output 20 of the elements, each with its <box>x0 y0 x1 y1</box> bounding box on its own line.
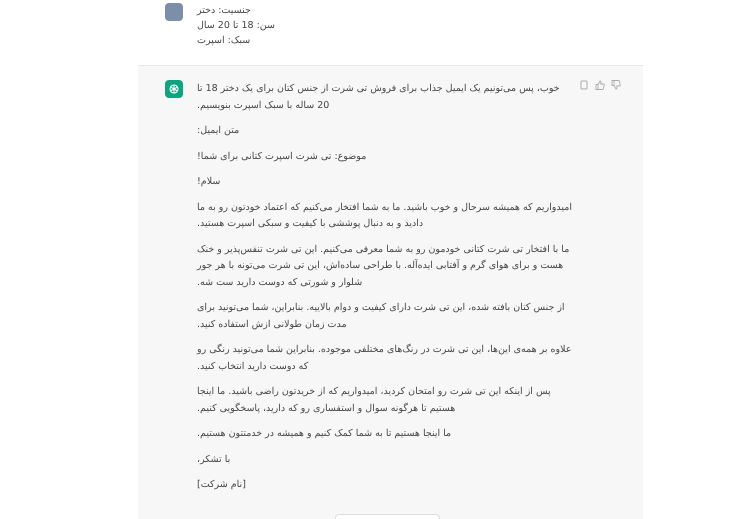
user-avatar <box>165 3 183 21</box>
response-paragraph: علاوه بر همه‌ی این‌ها، این تی شرت در رنگ‌های مختلفی موجوده. بنابراین شما می‌تونید رنگی رو که دوست دارید انتخاب کنید. <box>197 342 572 374</box>
response-paragraph: [نام شرکت] <box>197 478 246 492</box>
response-paragraph: متن ایمیل: <box>197 124 240 138</box>
copy-icon[interactable] <box>579 80 589 90</box>
response-paragraph: از جنس کتان بافته شده، این تی شرت دارای کیفیت و دوام بالاییه. بنابراین، شما می‌تونید برای مدت زمان طولانی ازش استفاده کنید. <box>197 301 566 332</box>
response-paragraph: ما با افتخار تی شرت کتانی خودمون رو به شما معرفی می‌کنیم. این تی شرت تنفس‌پذیر و خنک هست و برای هوای گرم و آفتابی ایده‌آله. با طراحی ساده‌اش، این تی شرت می‌تونه با هر جور شلوار و شورتی که دوست دارید ست شه. <box>197 242 570 290</box>
assistant-logo-icon <box>165 80 183 98</box>
response-paragraph: سلام! <box>197 175 220 189</box>
response-paragraph: امیدواریم که همیشه سرحال و خوب باشید. ما به شما افتخار می‌کنیم که اعتماد خودتون رو به ما دادید و به دنبال پوششی با کیفیت و سبکی اسپرت هستید. <box>197 200 572 231</box>
response-paragraph: ما اینجا هستیم تا به شما کمک کنیم و همیشه در خدمتتون هستیم. <box>197 427 452 441</box>
response-paragraph: پس از اینکه این تی شرت رو امتحان کردید، امیدواریم که از خریدتون راضی باشید. ما اینجا هستیم تا هرگونه سوال و استفساری رو که دارید، پاسخگویی کنیم. <box>197 385 552 416</box>
user-message-line: سن: 18 تا 20 سال <box>197 19 275 33</box>
thumbs-up-icon[interactable] <box>595 80 605 90</box>
response-paragraph: با تشکر، <box>197 452 230 466</box>
user-message-line: جنسیت: دختر <box>197 4 251 18</box>
thumbs-down-icon[interactable] <box>611 80 621 90</box>
user-message-line: سبک: اسپرت <box>197 34 250 48</box>
response-paragraph: خوب، پس می‌تونیم یک ایمیل جذاب برای فروش تی شرت از جنس کتان برای یک دختر 18 تا 20 ساله با سبک اسپرت بنویسیم. <box>197 82 561 112</box>
response-paragraph: موضوع: تی شرت اسپرت کتانی برای شما! <box>197 150 366 164</box>
